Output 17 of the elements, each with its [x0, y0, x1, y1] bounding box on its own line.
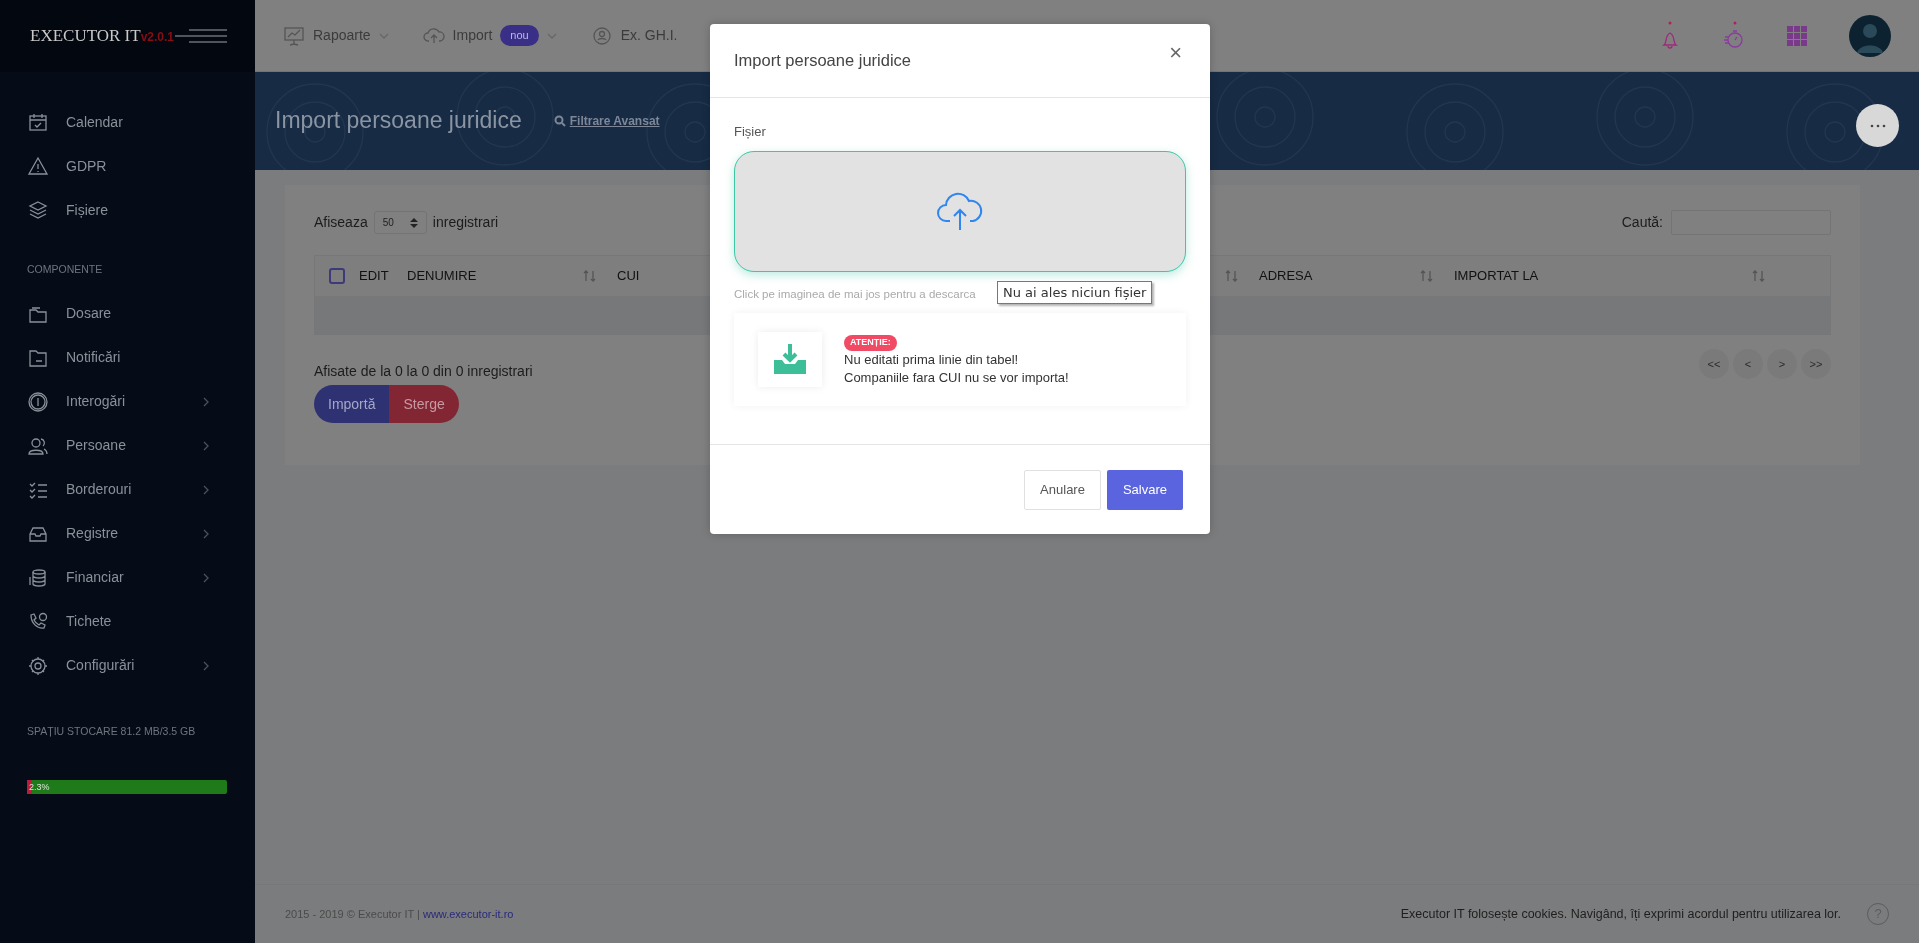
notice-text: Companiile fara CUI nu se vor importa!: [844, 369, 1069, 388]
warning-badge: ATENȚIE:: [844, 335, 897, 351]
app-logo: EXECUTOR ITv2.0.1: [30, 25, 175, 48]
field-label: Fișier: [734, 123, 767, 141]
notice-text: Nu editati prima linie din tabel!: [844, 350, 1020, 369]
cookie-notice: Executor IT folosește cookies. Navigând, îți exprimi acordul pentru utilizarea lor.: [1400, 905, 1841, 923]
modal-title: Import persoane juridice: [734, 50, 911, 71]
show-suffix: inregistrari: [432, 213, 499, 232]
new-badge: nou: [500, 25, 539, 46]
storage-label: SPAȚIU STOCARE 81.2 MB/3.5 GB: [26, 723, 197, 739]
search-label: Caută:: [1621, 213, 1663, 232]
section-heading: COMPONENTE: [26, 262, 104, 277]
tooltip: Nu ai ales niciun fișier: [997, 280, 1153, 304]
show-label: Afiseaza: [314, 213, 368, 232]
table-info: Afisate de la 0 la 0 din 0 inregistrari: [314, 362, 533, 381]
page-title: Import persoane juridice: [275, 107, 522, 135]
hint-text: Click pe imaginea de mai jos pentru a descarca: [734, 286, 976, 302]
